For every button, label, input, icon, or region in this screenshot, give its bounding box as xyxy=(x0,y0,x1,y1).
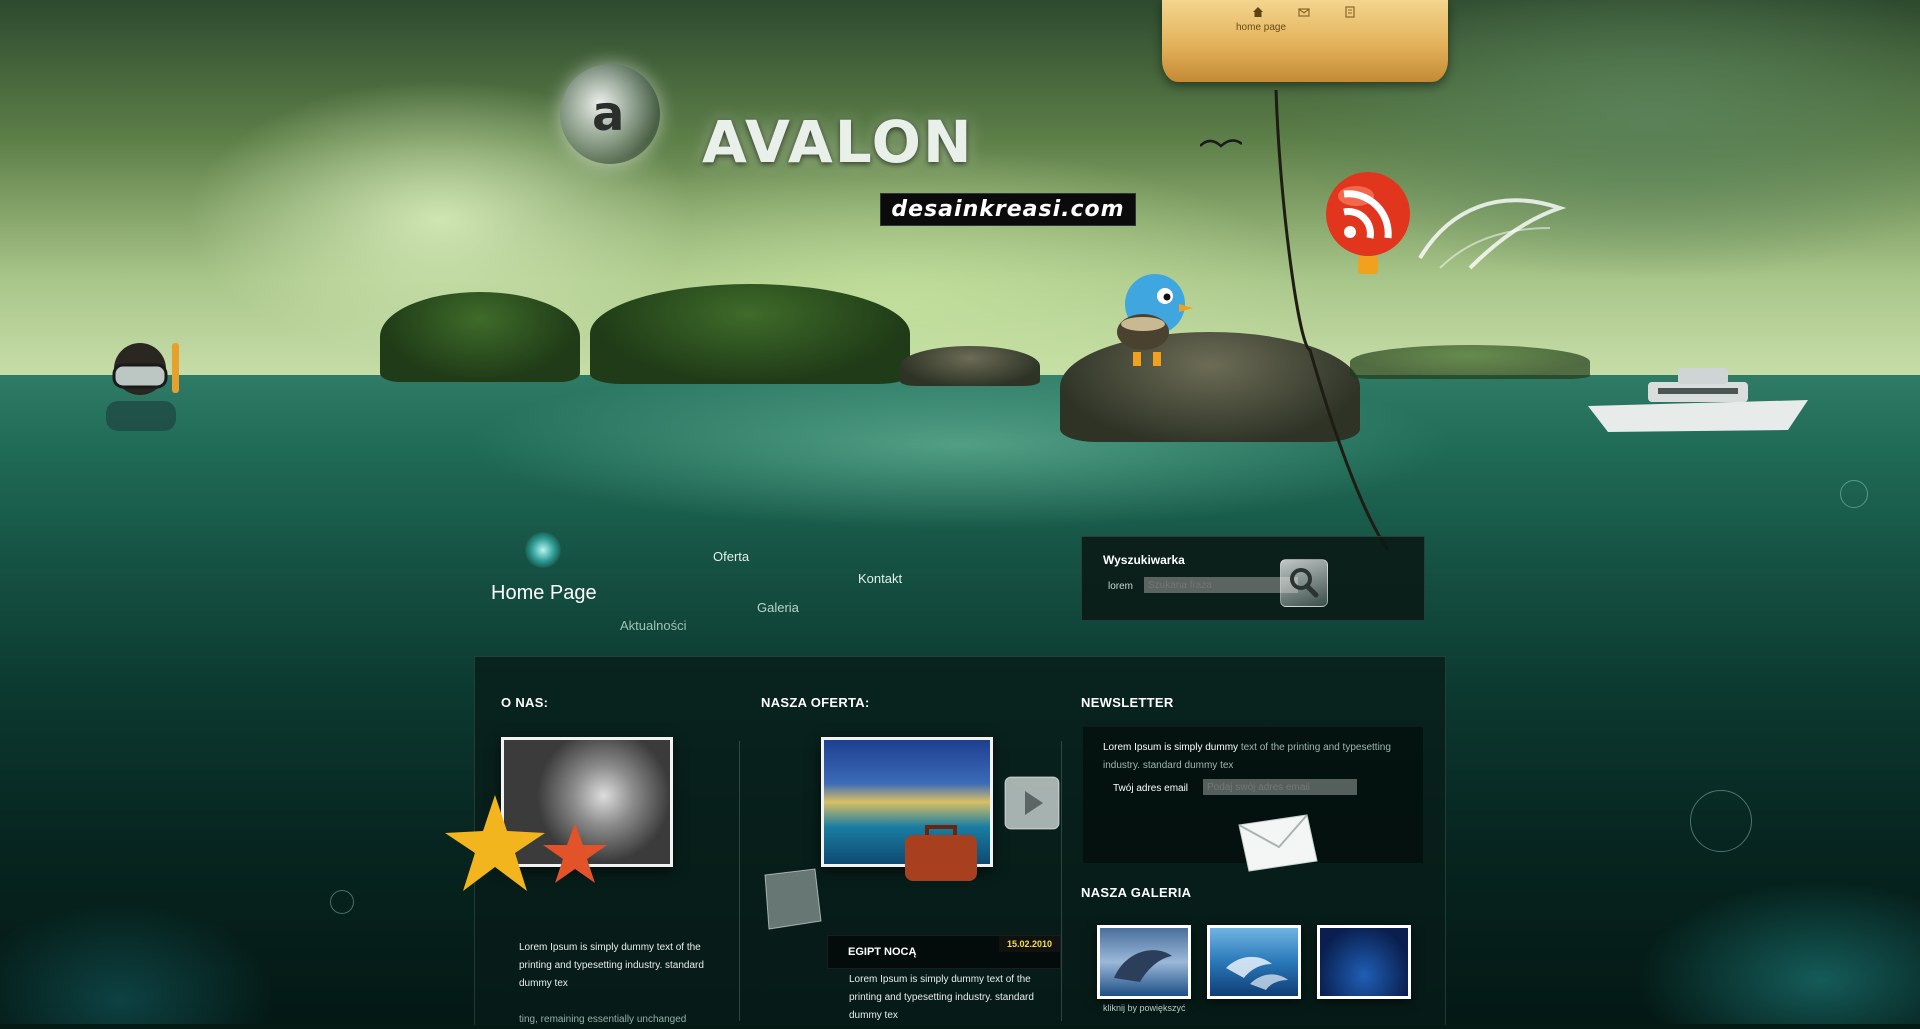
mail-icon[interactable] xyxy=(1298,6,1310,18)
search-label: lorem xyxy=(1108,581,1134,592)
email-input[interactable] xyxy=(1203,779,1357,795)
bubble xyxy=(330,890,354,914)
column-divider xyxy=(1061,741,1062,1021)
section-title-newsletter: NEWSLETTER xyxy=(1081,695,1174,710)
play-icon[interactable] xyxy=(1001,773,1063,833)
section-title-oferta: NASZA OFERTA: xyxy=(761,695,870,710)
dolphins-icon xyxy=(1226,956,1288,990)
column-divider xyxy=(739,741,740,1021)
newsletter-box: Lorem Ipsum is simply dummy text of the … xyxy=(1083,727,1423,872)
oferta-text: Lorem Ipsum is simply dummy text of the … xyxy=(849,971,1034,1025)
nav-active-orb xyxy=(525,532,561,568)
nav-kontakt[interactable]: Kontakt xyxy=(858,571,902,586)
top-nav-active-label[interactable]: home page xyxy=(1236,22,1286,33)
newsletter-text: Lorem Ipsum is simply dummy text of the … xyxy=(1103,739,1403,775)
search-title: Wyszukiwarka xyxy=(1103,553,1185,567)
watermark-badge: desainkreasi.com xyxy=(880,193,1136,226)
o-nas-text-faded: ting, remaining essentially unchanged xyxy=(519,1011,704,1029)
island-center xyxy=(590,284,910,384)
o-nas-text: Lorem Ipsum is simply dummy text of the … xyxy=(519,939,704,993)
search-button[interactable] xyxy=(1280,559,1328,607)
home-icon[interactable] xyxy=(1252,6,1264,18)
rock-small xyxy=(900,346,1040,386)
o-nas-text-main: Lorem Ipsum is simply dummy text of the … xyxy=(519,942,704,989)
email-label: Twój adres email xyxy=(1113,783,1189,794)
gallery-thumbnail[interactable] xyxy=(1317,925,1411,999)
nav-oferta[interactable]: Oferta xyxy=(713,549,749,564)
section-title-o-nas: O NAS: xyxy=(501,695,549,710)
event-title: EGIPT NOCĄ xyxy=(848,946,917,958)
search-input[interactable] xyxy=(1144,577,1298,593)
water-fish-splash xyxy=(1418,198,1567,270)
site-logo-text[interactable]: AVALON xyxy=(702,108,974,176)
oferta-event-bar[interactable]: EGIPT NOCĄ 15.02.2010 xyxy=(827,935,1061,969)
search-box: Wyszukiwarka lorem xyxy=(1081,536,1425,621)
gallery-hint: kliknij by powiększyć xyxy=(1103,1003,1186,1013)
island-left xyxy=(380,292,580,382)
o-nas-text-faded-line: ting, remaining essentially unchanged xyxy=(519,1014,687,1025)
bubble xyxy=(1840,480,1868,508)
section-title-galeria: NASZA GALERIA xyxy=(1081,885,1192,900)
suitcase-icon xyxy=(905,825,977,881)
gallery-thumbnail[interactable] xyxy=(1097,925,1191,999)
starfish-icon xyxy=(445,795,607,891)
crystal-cube-icon xyxy=(764,868,822,930)
fishing-rope xyxy=(1274,90,1390,550)
top-nav-tab: home page xyxy=(1162,0,1448,82)
newsletter-text-main: Lorem Ipsum is simply dummy xyxy=(1103,742,1241,753)
diver-icon xyxy=(106,343,179,431)
event-date: 15.02.2010 xyxy=(998,936,1060,952)
magnifier-icon xyxy=(1290,568,1319,598)
oferta-text-main: Lorem Ipsum is simply dummy text of the … xyxy=(849,974,1034,1021)
nav-aktualnosci[interactable]: Aktualności xyxy=(620,618,686,633)
seagull-icon xyxy=(1200,139,1242,148)
nav-galeria[interactable]: Galeria xyxy=(757,600,799,615)
gallery-thumbnail[interactable] xyxy=(1207,925,1301,999)
dolphin-icon xyxy=(1114,950,1172,982)
twitter-bird-icon xyxy=(1117,274,1193,366)
logo-mark[interactable]: a xyxy=(560,64,660,164)
logo-letter: a xyxy=(592,86,625,142)
envelope-send-icon[interactable] xyxy=(1233,811,1323,875)
rss-icon xyxy=(1326,172,1410,274)
bubble xyxy=(1690,790,1752,852)
yacht-icon xyxy=(1588,368,1808,432)
content-panel: O NAS: Lorem Ipsum is simply dummy text … xyxy=(445,656,1446,1025)
nav-home-page[interactable]: Home Page xyxy=(491,582,597,605)
document-icon[interactable] xyxy=(1344,6,1356,18)
top-nav-icons xyxy=(1252,6,1356,18)
